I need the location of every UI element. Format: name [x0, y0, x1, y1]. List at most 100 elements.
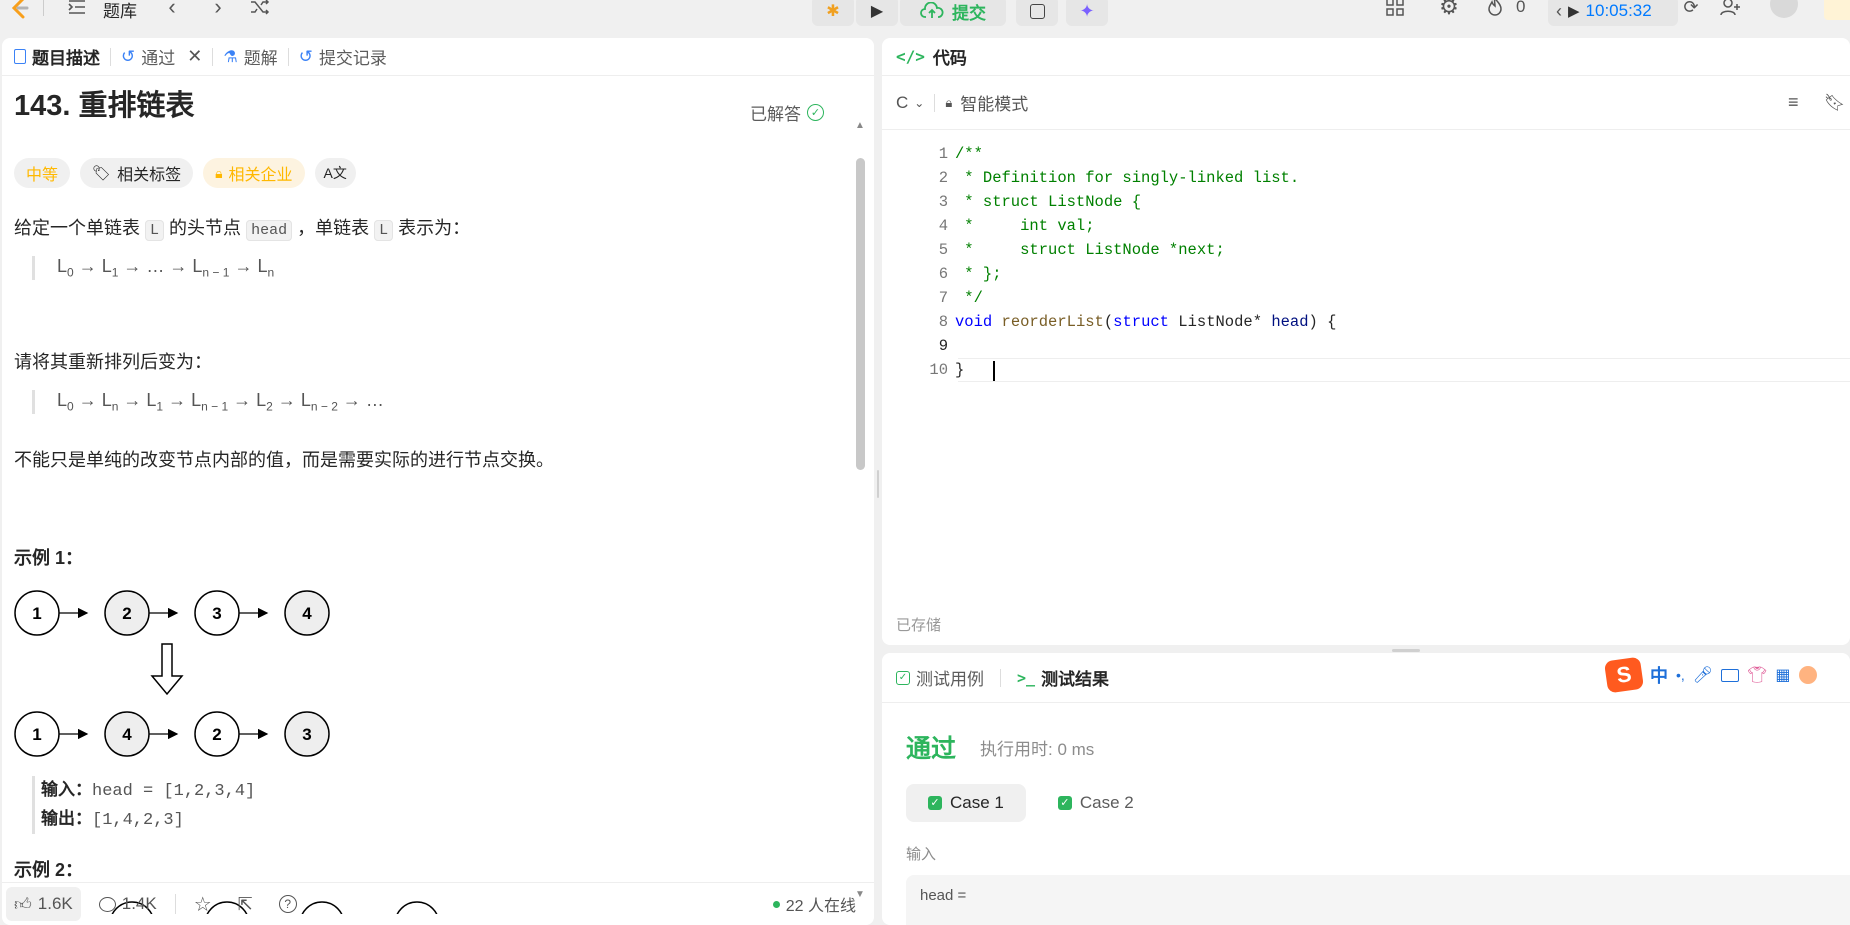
- example2-title: 示例 2：: [14, 860, 84, 880]
- sogou-logo-icon[interactable]: S: [1603, 656, 1645, 694]
- next-problem-icon[interactable]: ›: [208, 0, 228, 19]
- tab-testcase[interactable]: ✓ 测试用例: [896, 659, 994, 697]
- translate-button[interactable]: A文: [314, 158, 356, 188]
- saved-status: 已存储: [896, 617, 942, 634]
- tab-solutions[interactable]: ⚗ 题解: [213, 38, 287, 76]
- problem-list-icon[interactable]: [66, 0, 88, 18]
- ime-toolbox-icon[interactable]: ▦: [1775, 665, 1790, 685]
- timer-widget: ‹ ▶ 10:05:32: [1548, 0, 1678, 26]
- user-avatar[interactable]: [1770, 0, 1798, 18]
- diagram-top-row: 1 2 3 4: [14, 590, 330, 636]
- tab-description[interactable]: 题目描述: [4, 38, 110, 76]
- like-count: 1.6K: [37, 894, 73, 913]
- vertical-resize-handle[interactable]: [874, 470, 882, 498]
- scroll-thumb[interactable]: [856, 158, 865, 470]
- editor-toolbar: C ⌄ 🔒︎ 智能模式 ≡ 🔖︎: [882, 76, 1850, 130]
- notes-button[interactable]: [1016, 0, 1058, 26]
- history-icon: ↺: [121, 46, 136, 66]
- code-line: }: [955, 361, 965, 379]
- example1-input: head = [1,2,3,4]: [92, 782, 256, 801]
- diagram-node-label: 4: [302, 604, 312, 623]
- case-pass-icon: ✓: [928, 796, 942, 810]
- intro-code-L2: L: [374, 220, 394, 241]
- tab-test-result[interactable]: >_ 测试结果: [1007, 659, 1119, 697]
- ime-mascot-icon[interactable]: [1798, 666, 1817, 684]
- example1-output: [1,4,2,3]: [92, 811, 184, 830]
- ai-assist-button[interactable]: ✦: [1066, 0, 1108, 26]
- example1-input-row: 输入：head = [1,2,3,4]: [41, 776, 255, 805]
- streak-flame-icon[interactable]: [1485, 0, 1505, 18]
- tab-passed[interactable]: ↺ 通过 ✕: [111, 38, 212, 76]
- related-companies-button[interactable]: 🔒︎ 相关企业: [203, 158, 305, 188]
- line-number: 2: [938, 169, 948, 187]
- tab-passed-label: 通过: [141, 49, 176, 68]
- reorder-prompt: 请将其重新排列后变为：: [14, 352, 212, 372]
- case-2-tab[interactable]: ✓ Case 2: [1036, 784, 1156, 822]
- tag-icon: 🏷︎: [92, 165, 112, 182]
- intro-text-a: 给定一个单链表: [14, 218, 140, 238]
- solved-status: 已解答 ✓: [750, 100, 824, 125]
- horizontal-resize-handle[interactable]: [1392, 649, 1420, 652]
- editor-title: 代码: [932, 49, 967, 68]
- layout-icon[interactable]: [1384, 0, 1406, 18]
- comments-button[interactable]: 1.4K: [91, 894, 165, 914]
- note-icon: [1029, 3, 1045, 19]
- case-1-tab[interactable]: ✓ Case 1: [906, 784, 1026, 822]
- ime-microphone-icon[interactable]: 🎤︎: [1693, 665, 1713, 685]
- lock-icon: 🔒︎: [215, 164, 223, 181]
- ime-punctuation-icon[interactable]: •,: [1676, 667, 1685, 683]
- ime-skin-icon[interactable]: 👕︎: [1747, 665, 1767, 685]
- online-dot-icon: [772, 900, 780, 908]
- comment-icon: [98, 896, 116, 912]
- input-section-label: 输入: [906, 846, 937, 863]
- line-number: 9: [938, 337, 948, 355]
- problem-title: 143. 重排链表: [14, 90, 195, 122]
- example1-title: 示例 1：: [14, 548, 84, 568]
- code-line: * };: [955, 265, 1002, 283]
- sparkle-icon: ✦: [1079, 0, 1095, 21]
- runtime-info: 执行用时: 0 ms: [980, 740, 1095, 759]
- smart-mode-toggle[interactable]: 🔒︎ 智能模式: [945, 90, 1028, 115]
- add-friend-icon[interactable]: [1718, 0, 1744, 18]
- share-icon[interactable]: ⇱: [230, 894, 261, 915]
- input-value-box: head =: [906, 875, 1850, 925]
- document-icon: [14, 49, 26, 64]
- bookmark-icon[interactable]: 🔖︎: [1824, 93, 1846, 113]
- run-button[interactable]: ▶: [856, 0, 898, 26]
- timer-collapse-icon[interactable]: ‹: [1556, 1, 1562, 22]
- format-code-icon[interactable]: ≡: [1788, 92, 1799, 113]
- timer-reset-icon[interactable]: ⟳: [1680, 0, 1702, 18]
- problem-bank-link[interactable]: 题库: [103, 0, 137, 22]
- chevron-down-icon: ⌄: [914, 95, 925, 110]
- submit-button[interactable]: 提交: [900, 0, 1006, 26]
- related-tags-label: 相关标签: [117, 167, 182, 184]
- prev-problem-icon[interactable]: ‹: [162, 0, 182, 19]
- test-result-panel: ✓ 测试用例 >_ 测试结果 S 中 •, 🎤︎ 👕︎ ▦ 通过 执行用时: 0…: [882, 653, 1850, 925]
- ime-keyboard-icon[interactable]: [1721, 668, 1740, 682]
- debug-button[interactable]: ✱: [812, 0, 854, 26]
- language-select[interactable]: C ⌄: [882, 93, 924, 113]
- timer-play-icon[interactable]: ▶: [1568, 2, 1580, 20]
- shuffle-icon[interactable]: [248, 0, 272, 18]
- leetcode-logo-icon[interactable]: [8, 0, 32, 20]
- code-area[interactable]: /** * Definition for singly-linked list.…: [955, 142, 1845, 382]
- check-circle-icon: ✓: [807, 104, 824, 121]
- code-line: void reorderList(struct ListNode* head) …: [955, 313, 1337, 331]
- premium-badge[interactable]: [1824, 0, 1850, 20]
- diagram-node-label: 4: [122, 725, 132, 744]
- tab-description-label: 题目描述: [32, 49, 100, 68]
- online-count: 22 人在线: [785, 898, 856, 915]
- left-scrollbar[interactable]: ▲ ▼: [854, 120, 866, 900]
- help-icon[interactable]: ?: [278, 895, 297, 913]
- ime-toolbar[interactable]: S 中 •, 🎤︎ 👕︎ ▦: [1603, 656, 1850, 694]
- close-tab-icon[interactable]: ✕: [187, 46, 202, 67]
- related-tags-button[interactable]: 🏷︎ 相关标签: [80, 158, 194, 188]
- tab-submissions[interactable]: ↺ 提交记录: [289, 38, 397, 76]
- scroll-up-icon[interactable]: ▲: [855, 120, 865, 131]
- favorite-star-icon[interactable]: ☆: [186, 892, 220, 917]
- case-tabs: ✓ Case 1 ✓ Case 2: [906, 784, 1156, 822]
- like-button[interactable]: 👍︎ 1.6K: [6, 887, 81, 921]
- ime-chinese-mode[interactable]: 中: [1650, 662, 1668, 688]
- settings-gear-icon[interactable]: ⚙: [1437, 0, 1461, 19]
